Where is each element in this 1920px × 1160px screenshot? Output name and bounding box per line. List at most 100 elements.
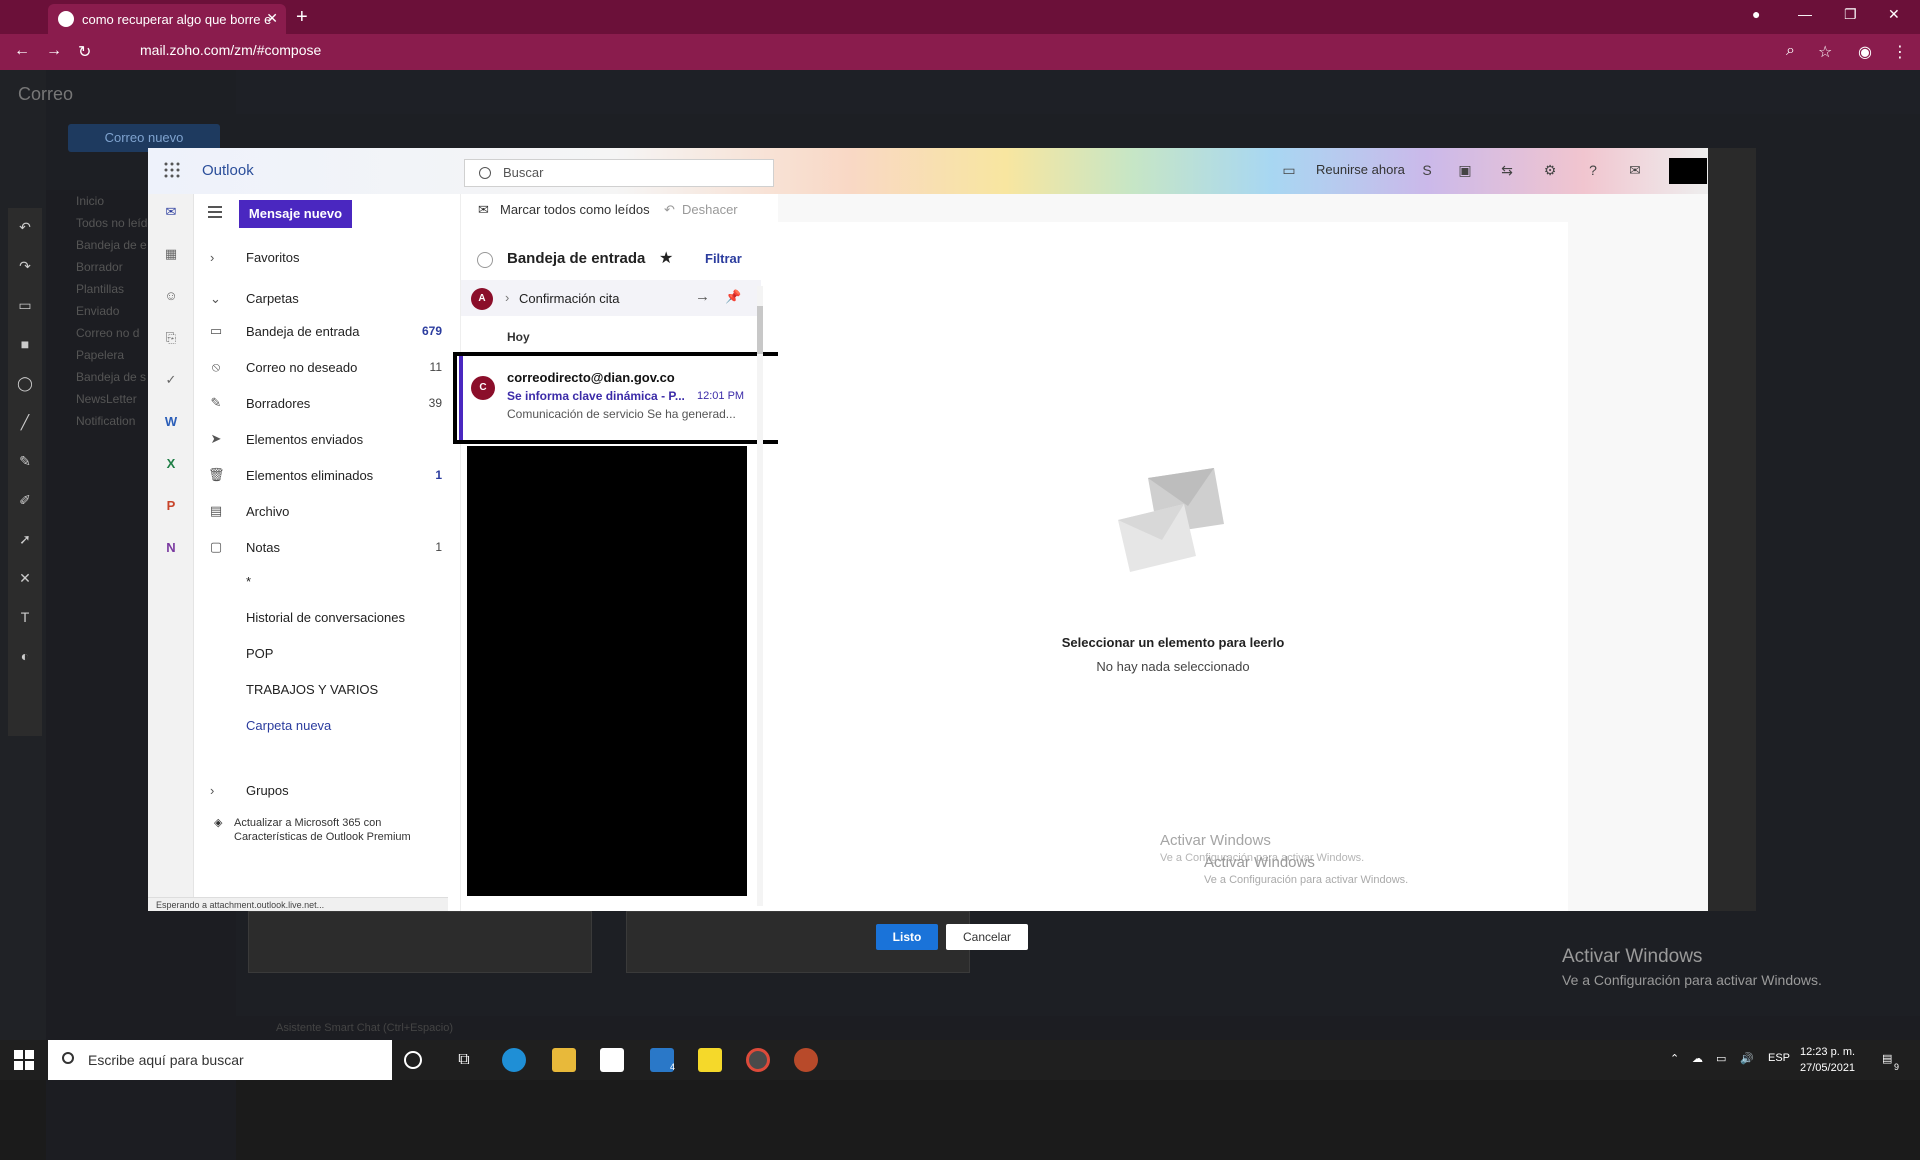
calendar-sync-icon[interactable]: ⇆ — [1498, 162, 1516, 180]
folder-item-deleted[interactable]: 🗑 Elementos eliminados 1 — [194, 459, 460, 493]
browser-tab[interactable]: como recuperar algo que borre e ✕ — [48, 4, 286, 34]
folder-item-inbox[interactable]: ▭ Bandeja de entrada 679 — [194, 315, 460, 349]
redo-icon[interactable]: ↷ — [8, 247, 42, 286]
onenote-icon[interactable]: N — [161, 538, 181, 558]
select-all-checkbox[interactable] — [477, 252, 493, 268]
hamburger-menu-icon[interactable] — [208, 206, 222, 218]
folder-item-sent[interactable]: ➤ Elementos enviados — [194, 423, 460, 457]
restore-icon[interactable]: ❐ — [1844, 6, 1857, 23]
file-explorer-icon[interactable] — [552, 1048, 576, 1072]
minimize-icon[interactable]: — — [1798, 6, 1812, 22]
notification-center-icon[interactable]: ▤ — [1882, 1052, 1892, 1065]
folder-item-trabajos[interactable]: TRABAJOS Y VARIOS — [194, 673, 460, 707]
mark-read-icon[interactable]: ✉ — [478, 202, 489, 218]
word-icon[interactable]: W — [161, 412, 181, 432]
excel-icon[interactable]: X — [161, 454, 181, 474]
tray-chevron-icon[interactable]: ⌃ — [1670, 1052, 1679, 1065]
color-palette-icon[interactable]: ◐ — [8, 637, 42, 676]
mail-icon[interactable]: ✉ — [161, 202, 181, 222]
pin-icon[interactable]: 📌 — [725, 289, 741, 305]
reload-icon[interactable]: ↻ — [78, 42, 91, 62]
folder-item-notes[interactable]: ▢ Notas 1 — [194, 531, 460, 565]
onedrive-icon[interactable]: ☁ — [1692, 1052, 1703, 1065]
attachment-icon[interactable]: ⎘ — [161, 328, 181, 348]
skype-icon[interactable]: S — [1418, 162, 1436, 180]
close-window-icon[interactable]: ✕ — [1888, 6, 1900, 23]
account-avatar[interactable] — [1669, 158, 1707, 184]
chrome-profile-icon[interactable] — [794, 1048, 818, 1072]
calendar-icon[interactable]: ▦ — [161, 244, 181, 264]
volume-icon[interactable]: 🔊 — [1740, 1052, 1754, 1065]
chevron-right-icon[interactable]: › — [210, 783, 214, 798]
groups-section[interactable]: Grupos — [246, 783, 289, 798]
mark-all-read-button[interactable]: Marcar todos como leídos — [500, 202, 650, 217]
meet-now-button[interactable]: Reunirse ahora — [1316, 162, 1405, 177]
pen-icon[interactable]: ✎ — [8, 442, 42, 481]
taskbar-search[interactable]: Escribe aquí para buscar — [48, 1040, 392, 1080]
undo-button[interactable]: Deshacer — [682, 202, 738, 217]
outlook-brand[interactable]: Outlook — [202, 162, 254, 179]
cancel-button[interactable]: Cancelar — [946, 924, 1028, 950]
chevron-right-icon[interactable]: › — [505, 290, 509, 305]
account-icon[interactable]: ◉ — [1858, 42, 1872, 62]
folders-section[interactable]: Carpetas — [246, 291, 299, 306]
forward-arrow-icon[interactable]: → — [695, 288, 710, 305]
chrome-icon[interactable] — [746, 1048, 770, 1072]
profile-menu-icon[interactable]: ● — [1752, 6, 1760, 22]
done-button[interactable]: Listo — [876, 924, 938, 950]
message-list-scrollbar[interactable] — [757, 286, 763, 906]
ellipse-icon[interactable]: ◯ — [8, 364, 42, 403]
favorite-star-icon[interactable]: ★ — [659, 248, 673, 268]
network-icon[interactable]: ▭ — [1716, 1052, 1726, 1065]
search-input[interactable]: Buscar — [464, 159, 774, 187]
line-icon[interactable]: ╱ — [8, 403, 42, 442]
back-icon[interactable]: ← — [14, 42, 30, 60]
todo-check-icon[interactable]: ✓ — [161, 370, 181, 390]
arrow-tool-icon[interactable]: ➚ — [8, 520, 42, 559]
sticky-notes-icon[interactable] — [698, 1048, 722, 1072]
bookmark-star-icon[interactable]: ☆ — [1818, 42, 1832, 62]
chevron-down-icon[interactable]: ⌄ — [210, 291, 221, 307]
settings-gear-icon[interactable]: ⚙ — [1541, 162, 1559, 180]
blur-icon[interactable]: ✕ — [8, 559, 42, 598]
powerpoint-icon[interactable]: P — [161, 496, 181, 516]
browser-menu-icon[interactable]: ⋮ — [1892, 42, 1908, 62]
language-indicator[interactable]: ESP — [1768, 1052, 1790, 1064]
windows-start-icon[interactable] — [14, 1050, 34, 1070]
edge-icon[interactable] — [502, 1048, 526, 1072]
folder-item-archive[interactable]: ▤ Archivo — [194, 495, 460, 529]
people-icon[interactable]: ☺ — [161, 286, 181, 306]
undo-icon[interactable]: ↶ — [8, 208, 42, 247]
app-launcher-icon[interactable] — [164, 162, 180, 178]
upgrade-promo[interactable]: ◈ Actualizar a Microsoft 365 con Caracte… — [214, 816, 444, 844]
folder-item-conversation-history[interactable]: Historial de conversaciones — [194, 601, 460, 635]
zoom-icon[interactable]: ⌕ — [1786, 42, 1795, 60]
folder-item-pop[interactable]: POP — [194, 637, 460, 671]
cortana-icon[interactable] — [404, 1051, 422, 1069]
filter-button[interactable]: Filtrar — [705, 251, 742, 266]
highlighter-icon[interactable]: ✐ — [8, 481, 42, 520]
message-item[interactable]: C correodirecto@dian.gov.co Se informa c… — [453, 352, 785, 444]
video-camera-icon[interactable]: ▭ — [1280, 162, 1298, 180]
clock[interactable]: 12:23 p. m. 27/05/2021 — [1800, 1044, 1855, 1076]
office-icon[interactable]: ▣ — [1456, 162, 1474, 180]
tab-close-icon[interactable]: ✕ — [266, 10, 278, 27]
new-folder-link[interactable]: Carpeta nueva — [194, 709, 460, 743]
scrollbar-thumb[interactable] — [757, 306, 763, 354]
store-icon[interactable] — [600, 1048, 624, 1072]
url-field[interactable]: mail.zoho.com/zm/#compose — [140, 42, 321, 58]
favorites-section[interactable]: Favoritos — [246, 250, 299, 265]
chevron-right-icon[interactable]: › — [210, 250, 214, 265]
filled-rectangle-icon[interactable]: ■ — [8, 325, 42, 364]
attachment-thumbnail[interactable] — [248, 911, 592, 973]
rectangle-icon[interactable]: ▭ — [8, 286, 42, 325]
folder-item-drafts[interactable]: ✎ Borradores 39 — [194, 387, 460, 421]
new-tab-icon[interactable]: + — [296, 6, 308, 29]
pinned-message[interactable]: A › Confirmación cita → 📌 — [461, 280, 761, 316]
task-view-icon[interactable]: ⧉ — [452, 1048, 476, 1072]
folder-item-junk[interactable]: ⦸ Correo no deseado 11 — [194, 351, 460, 385]
help-icon[interactable]: ? — [1584, 162, 1602, 180]
folder-item-star[interactable]: * — [194, 565, 460, 599]
forward-icon[interactable]: → — [46, 42, 62, 60]
feedback-icon[interactable]: ✉ — [1626, 162, 1644, 180]
